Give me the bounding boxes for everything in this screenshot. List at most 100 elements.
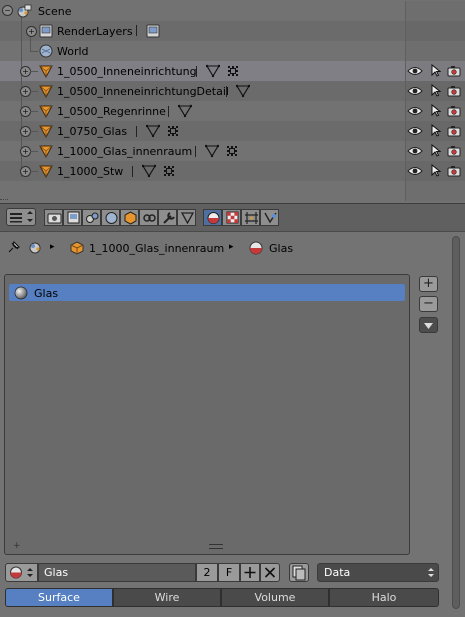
texture-tab-icon[interactable] <box>222 209 241 226</box>
list-resize-grip-icon[interactable] <box>209 544 223 549</box>
new-material-button[interactable] <box>240 563 260 582</box>
tab-wire[interactable]: Wire <box>113 588 221 607</box>
material-icon <box>249 241 263 258</box>
modifier-icon[interactable] <box>162 164 176 178</box>
render-camera-icon[interactable] <box>447 125 461 139</box>
link-type-dropdown[interactable]: Data <box>317 563 439 582</box>
link-type-value: Data <box>324 566 351 579</box>
material-browse-button[interactable] <box>5 563 38 582</box>
mesh-data-icon[interactable] <box>205 64 221 78</box>
mesh-data-icon[interactable] <box>204 144 220 158</box>
scene-icon <box>17 4 32 18</box>
remove-slot-button[interactable]: − <box>419 296 438 312</box>
scene-tab-icon[interactable] <box>82 209 101 226</box>
world-icon <box>39 44 53 58</box>
material-name-field[interactable]: Glas <box>38 563 196 582</box>
breadcrumb-arrow-icon: ▸ <box>229 242 234 252</box>
object-icon <box>70 241 84 258</box>
modifier-icon[interactable] <box>166 124 180 138</box>
material-slot-list <box>4 274 410 555</box>
visibility-eye-icon[interactable] <box>407 165 423 179</box>
tree-line <box>30 51 38 52</box>
outliner-panel: − Scene + RenderLayers World +1_0500_Inn… <box>0 0 465 203</box>
outliner-label: 1_0500_Regenrinne <box>57 105 166 118</box>
visibility-eye-icon[interactable] <box>407 85 423 99</box>
selectable-cursor-icon[interactable] <box>431 83 445 98</box>
separator <box>136 25 137 36</box>
tree-line <box>30 91 38 92</box>
fake-user-button[interactable]: F <box>218 563 240 582</box>
mesh-data-icon[interactable] <box>177 104 193 118</box>
material-slot-row[interactable] <box>9 284 405 301</box>
renderlayers-icon <box>39 24 53 38</box>
render-tab-icon[interactable] <box>44 209 63 226</box>
properties-scrollbar[interactable] <box>452 236 460 609</box>
tab-halo[interactable]: Halo <box>329 588 439 607</box>
modifier-icon[interactable] <box>226 64 240 78</box>
separator <box>136 126 137 137</box>
selectable-cursor-icon[interactable] <box>431 143 445 158</box>
data-tab-icon[interactable] <box>177 209 196 226</box>
outliner-label: RenderLayers <box>57 25 133 38</box>
mesh-object-icon <box>39 64 53 79</box>
material-slot-label: Glas <box>34 287 59 300</box>
mesh-data-icon[interactable] <box>235 84 251 98</box>
outliner-label: 1_0750_Glas <box>57 125 128 138</box>
modifier-icon[interactable] <box>225 144 239 158</box>
unlink-material-button[interactable] <box>260 563 280 582</box>
render-camera-icon[interactable] <box>447 65 461 79</box>
visibility-eye-icon[interactable] <box>407 125 423 139</box>
particles-tab-icon[interactable] <box>241 209 260 226</box>
pin-icon[interactable] <box>7 240 21 257</box>
renderlayer-icon[interactable] <box>146 24 160 38</box>
separator <box>226 86 227 97</box>
render-camera-icon[interactable] <box>447 165 461 179</box>
mesh-object-icon <box>39 164 53 179</box>
breadcrumb-arrow-icon: ▸ <box>50 242 55 252</box>
mesh-object-icon <box>39 84 53 99</box>
slot-specials-menu-button[interactable] <box>419 317 438 333</box>
copy-material-icon[interactable] <box>289 563 309 582</box>
collapse-toggle-icon[interactable]: − <box>2 5 13 16</box>
tree-line <box>30 71 38 72</box>
mesh-object-icon <box>39 144 53 159</box>
object-tab-icon[interactable] <box>120 209 139 226</box>
tab-surface[interactable]: Surface <box>5 588 113 607</box>
outliner-label: 1_1000_Glas_innenraum <box>57 145 193 158</box>
visibility-eye-icon[interactable] <box>407 65 423 79</box>
outliner-label: 1_1000_Stw <box>57 165 124 178</box>
visibility-eye-icon[interactable] <box>407 145 423 159</box>
mesh-data-icon[interactable] <box>145 124 161 138</box>
selectable-cursor-icon[interactable] <box>431 103 445 118</box>
mesh-data-icon[interactable] <box>141 164 157 178</box>
restrict-col-bg <box>405 181 465 201</box>
physics-tab-icon[interactable] <box>260 209 279 226</box>
render-layers-tab-icon[interactable] <box>63 209 82 226</box>
render-camera-icon[interactable] <box>447 105 461 119</box>
editor-type-menu[interactable] <box>6 208 36 226</box>
render-camera-icon[interactable] <box>447 85 461 99</box>
tree-line <box>30 151 38 152</box>
world-tab-icon[interactable] <box>101 209 120 226</box>
restrict-col-bg <box>405 1 465 21</box>
expand-toggle-icon[interactable]: + <box>26 26 37 37</box>
outliner-label: Scene <box>38 5 72 18</box>
selectable-cursor-icon[interactable] <box>431 63 445 78</box>
selectable-cursor-icon[interactable] <box>431 123 445 138</box>
render-camera-icon[interactable] <box>447 145 461 159</box>
constraints-tab-icon[interactable] <box>139 209 158 226</box>
list-filter-toggle-icon[interactable]: + <box>13 541 21 551</box>
selectable-cursor-icon[interactable] <box>431 163 445 178</box>
tree-line <box>30 131 38 132</box>
visibility-eye-icon[interactable] <box>407 105 423 119</box>
separator <box>196 66 197 77</box>
material-tab-icon[interactable] <box>203 209 222 226</box>
restrict-col-bg <box>405 21 465 41</box>
restrict-col-bg <box>405 41 465 61</box>
outliner-label: 1_0500_InneneinrichtungDetail <box>57 85 229 98</box>
add-slot-button[interactable]: + <box>419 276 438 292</box>
properties-header <box>0 203 465 232</box>
modifiers-tab-icon[interactable] <box>158 209 177 226</box>
tab-volume[interactable]: Volume <box>221 588 329 607</box>
users-count-button[interactable]: 2 <box>196 563 218 582</box>
